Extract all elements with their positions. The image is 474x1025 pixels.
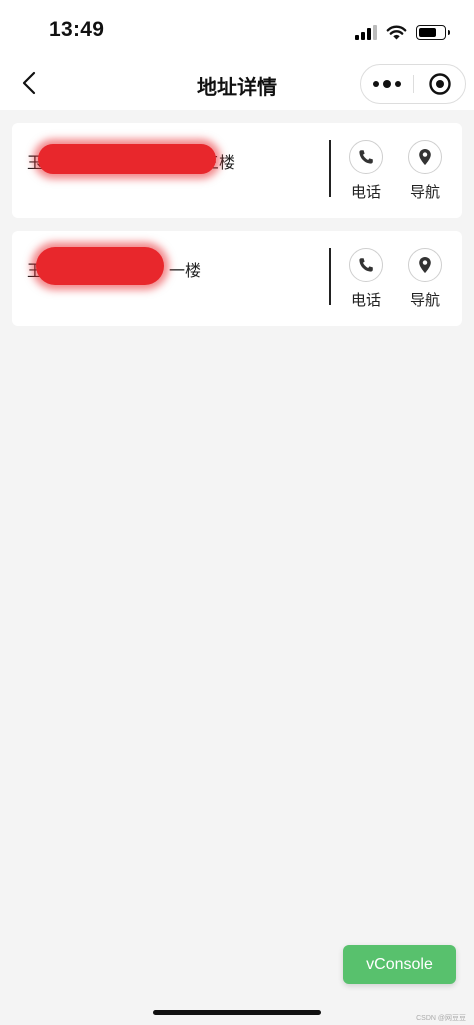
location-icon-circle — [408, 248, 442, 282]
phone-icon — [359, 258, 373, 272]
navigate-label: 导航 — [409, 184, 440, 201]
phone-label: 电话 — [350, 184, 381, 201]
more-dots-icon — [373, 81, 379, 87]
address-card: 玉三楼 电话 导航 — [12, 123, 462, 218]
navigate-button[interactable]: 导航 — [405, 140, 445, 202]
status-time: 13:49 — [49, 18, 105, 41]
address-suffix: 一楼 — [169, 263, 202, 280]
redaction-mark — [38, 144, 216, 174]
battery-icon — [416, 24, 450, 40]
card-divider — [329, 140, 331, 197]
vconsole-button[interactable]: vConsole — [343, 945, 456, 984]
top-bar: 13:49 地址详情 — [0, 0, 474, 110]
card-divider — [329, 248, 331, 305]
watermark: CSDN @网豆豆 — [416, 1015, 466, 1022]
address-card: 玉环一楼 电话 导航 — [12, 231, 462, 326]
close-miniprogram-button[interactable] — [414, 65, 465, 103]
phone-label: 电话 — [350, 292, 381, 309]
signal-icon — [355, 24, 377, 40]
miniprogram-capsule — [360, 64, 466, 104]
phone-button[interactable]: 电话 — [346, 140, 386, 202]
location-icon-circle — [408, 140, 442, 174]
location-pin-icon — [419, 257, 431, 273]
navigate-label: 导航 — [409, 292, 440, 309]
phone-icon-circle — [349, 140, 383, 174]
navigate-button[interactable]: 导航 — [405, 248, 445, 310]
phone-icon — [359, 150, 373, 164]
phone-button[interactable]: 电话 — [346, 248, 386, 310]
wifi-icon — [386, 25, 407, 40]
location-pin-icon — [419, 149, 431, 165]
phone-icon-circle — [349, 248, 383, 282]
status-icons — [355, 22, 450, 42]
more-button[interactable] — [361, 65, 413, 103]
home-indicator[interactable] — [153, 1010, 321, 1015]
target-icon — [428, 73, 451, 95]
redaction-mark — [36, 247, 164, 285]
